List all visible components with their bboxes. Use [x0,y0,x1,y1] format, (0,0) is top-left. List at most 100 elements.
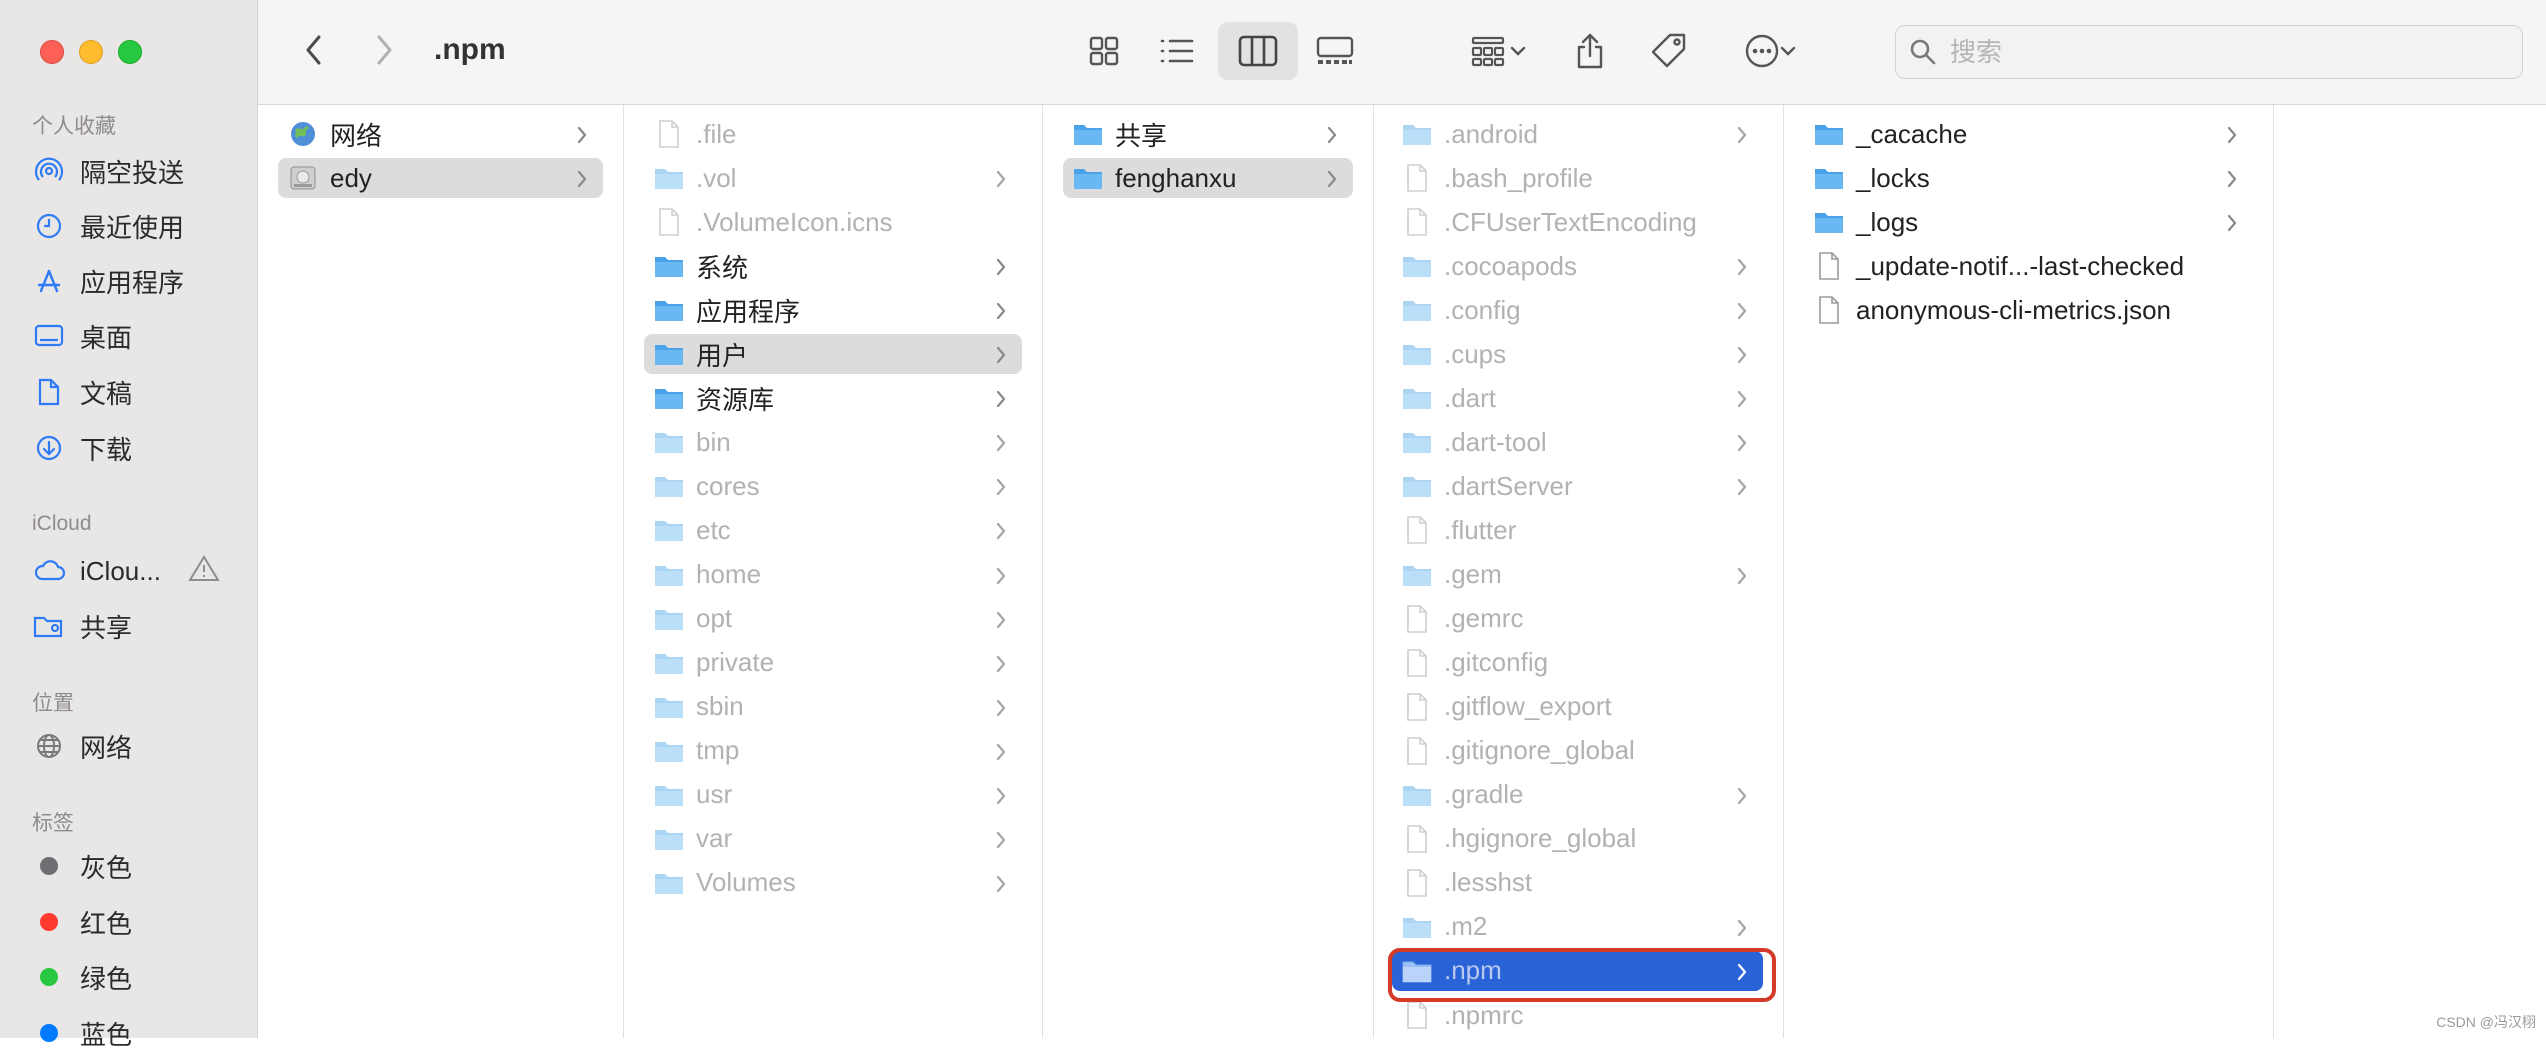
chevron-right-icon [2225,166,2239,197]
location-row[interactable]: 网络 [278,114,603,154]
folder-row[interactable]: Volumes [644,863,1022,903]
browser-column-3[interactable]: 共享 fenghanxu [1043,105,1374,1038]
chevron-down-icon [1780,46,1796,56]
file-row[interactable]: .hgignore_global [1392,819,1763,859]
share-button[interactable] [1568,25,1612,77]
item-name: sbin [696,691,744,722]
item-name: Volumes [696,867,796,898]
folder-row[interactable]: etc [644,510,1022,550]
zoom-window-button[interactable] [118,40,142,64]
folder-row[interactable]: 资源库 [644,378,1022,418]
folder-row[interactable]: _logs [1804,202,2253,242]
browser-column-5[interactable]: _cacache _locks _logs _update-notif...-last… [1784,105,2274,1038]
sidebar-item-shared[interactable]: 共享 [32,601,242,651]
file-row[interactable]: .CFUserTextEncoding [1392,202,1763,242]
folder-row[interactable]: cores [644,466,1022,506]
browser-column-2[interactable]: .file .vol .VolumeIcon.icns 系统 应用程序 用户 资源库 bin c… [624,105,1043,1038]
list-icon [1160,39,1194,63]
column-view-button[interactable] [1218,22,1298,80]
folder-row[interactable]: sbin [644,687,1022,727]
folder-row[interactable]: .dartServer [1392,466,1763,506]
folder-row[interactable]: .gem [1392,555,1763,595]
sidebar-tag-red[interactable]: 红色 [32,897,242,947]
file-row[interactable]: .file [644,114,1022,154]
file-row[interactable]: .gitflow_export [1392,687,1763,727]
minimize-window-button[interactable] [79,40,103,64]
file-icon [652,207,686,237]
folder-row[interactable]: tmp [644,731,1022,771]
folder-row[interactable]: var [644,819,1022,859]
sidebar-item-network[interactable]: 网络 [32,721,242,771]
chevron-right-icon [2225,122,2239,153]
folder-row[interactable]: .vol [644,158,1022,198]
folder-icon [652,251,686,281]
folder-row[interactable]: .cocoapods [1392,246,1763,286]
file-row[interactable]: .gemrc [1392,599,1763,639]
window-controls [40,40,142,64]
icon-view-button[interactable] [1080,27,1128,75]
tag-color-dot [40,857,58,875]
item-name: .dartServer [1444,470,1573,501]
folder-row[interactable]: .dart [1392,378,1763,418]
file-row[interactable]: .lesshst [1392,863,1763,903]
sidebar-tag-gray[interactable]: 灰色 [32,841,242,891]
folder-row[interactable]: _cacache [1804,114,2253,154]
browser-column-4[interactable]: .android .bash_profile .CFUserTextEncoding… [1374,105,1784,1038]
sidebar-tag-green[interactable]: 绿色 [32,952,242,1002]
folder-row[interactable]: private [644,643,1022,683]
folder-row[interactable]: .dart-tool [1392,422,1763,462]
folder-row[interactable]: .m2 [1392,907,1763,947]
folder-row[interactable]: fenghanxu [1063,158,1353,199]
group-by-button[interactable] [1458,27,1538,75]
sidebar-item-airdrop[interactable]: 隔空投送 [32,146,242,196]
folder-row[interactable]: 用户 [644,334,1022,375]
file-row[interactable]: _update-notif...-last-checked [1804,246,2253,286]
sidebar-item-label: 隔空投送 [80,157,185,188]
location-row[interactable]: edy [278,158,603,199]
tag-button[interactable] [1645,26,1693,76]
file-row[interactable]: anonymous-cli-metrics.json [1804,290,2253,330]
folder-row[interactable]: usr [644,775,1022,815]
browser-column-1[interactable]: 网络 edy [258,105,624,1038]
folder-row[interactable]: home [644,555,1022,595]
sidebar-item-desktop[interactable]: 桌面 [32,311,242,361]
file-row[interactable]: .VolumeIcon.icns [644,202,1022,242]
file-row[interactable]: .gitignore_global [1392,731,1763,771]
sidebar-tag-blue[interactable]: 蓝色 [32,1008,242,1058]
sidebar-item-applications[interactable]: 应用程序 [32,256,242,306]
sidebar-item-downloads[interactable]: 下载 [32,423,242,473]
folder-row[interactable]: 共享 [1063,114,1353,154]
share-icon [1577,33,1603,69]
search-field[interactable] [1895,25,2523,79]
sidebar-item-icloud-drive[interactable]: iClou... [32,546,242,596]
item-name: .lesshst [1444,867,1533,898]
folder-row[interactable]: bin [644,422,1022,462]
folder-row[interactable]: opt [644,599,1022,639]
search-icon [1910,39,1936,65]
gallery-view-button[interactable] [1310,27,1360,75]
folder-icon [1400,383,1434,413]
folder-row[interactable]: .config [1392,290,1763,330]
close-window-button[interactable] [40,40,64,64]
folder-row[interactable]: 系统 [644,246,1022,286]
folder-row[interactable]: .android [1392,114,1763,154]
folder-row[interactable]: 应用程序 [644,290,1022,330]
sidebar-item-recents[interactable]: 最近使用 [32,201,242,251]
forward-button[interactable] [366,30,402,70]
item-name: _logs [1856,206,1919,237]
sidebar-item-documents[interactable]: 文稿 [32,367,242,417]
search-input[interactable] [1948,35,2492,69]
more-actions-button[interactable] [1730,26,1810,76]
file-row[interactable]: .gitconfig [1392,643,1763,683]
tag-blue-icon [32,1016,66,1050]
item-name: .gradle [1444,779,1524,810]
file-row[interactable]: .bash_profile [1392,158,1763,198]
folder-row[interactable]: .cups [1392,334,1763,374]
folder-row[interactable]: .gradle [1392,775,1763,815]
folder-row[interactable]: _locks [1804,158,2253,198]
airdrop-icon [32,154,66,188]
back-button[interactable] [296,30,332,70]
chevron-right-icon [994,386,1008,417]
file-row[interactable]: .flutter [1392,510,1763,550]
list-view-button[interactable] [1153,27,1201,75]
